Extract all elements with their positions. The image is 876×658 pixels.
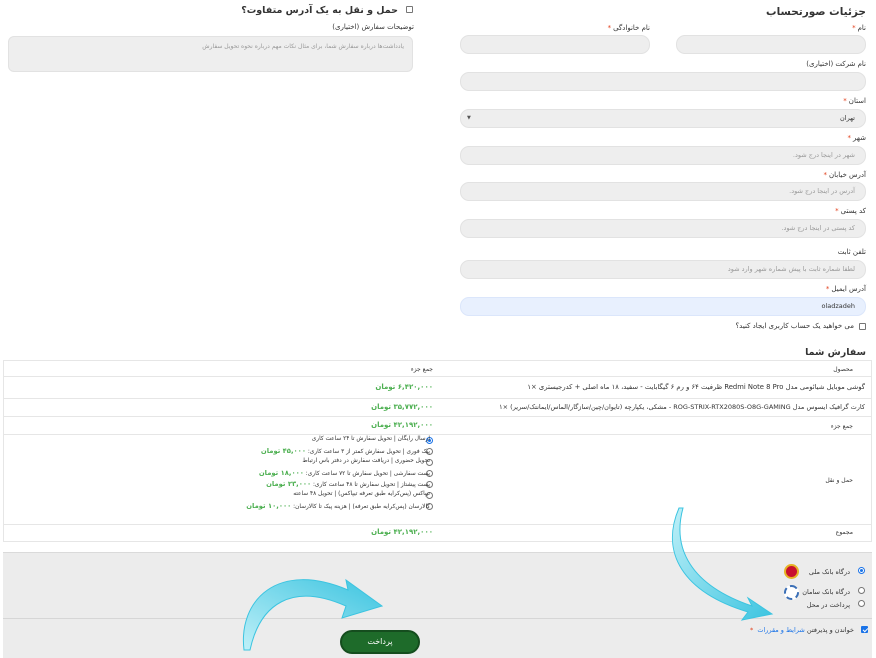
annotation-arrows <box>242 507 774 651</box>
arrow-to-pay <box>242 578 384 651</box>
arrow-to-terms <box>671 507 774 621</box>
